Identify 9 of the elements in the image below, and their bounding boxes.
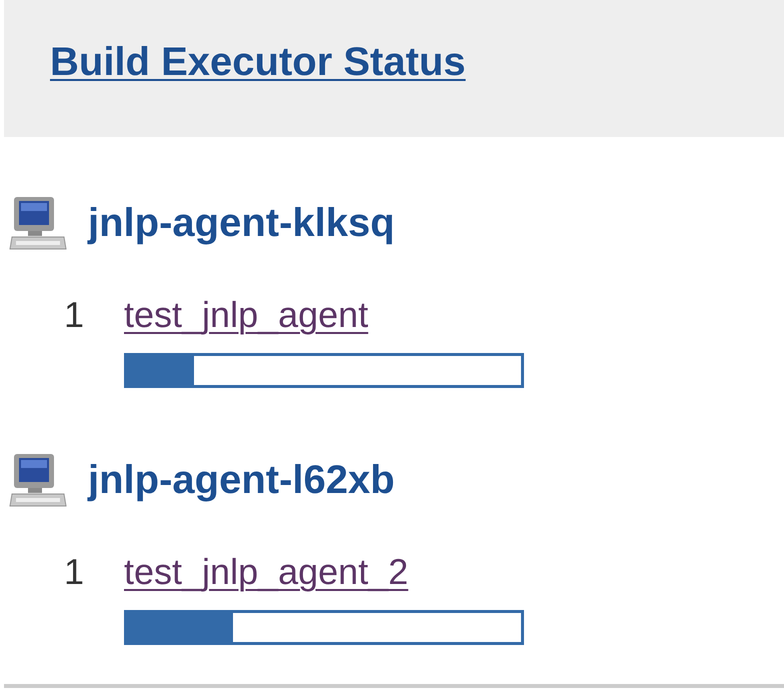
agent-link[interactable]: jnlp-agent-klksq — [88, 200, 395, 246]
panel-title-link[interactable]: Build Executor Status — [50, 40, 466, 85]
computer-icon — [8, 452, 68, 508]
job-link[interactable]: test_jnlp_agent_2 — [124, 552, 524, 592]
computer-icon — [8, 195, 68, 251]
executor-number: 1 — [64, 552, 86, 594]
job-link[interactable]: test_jnlp_agent — [124, 295, 524, 335]
agent-link[interactable]: jnlp-agent-l62xb — [88, 458, 395, 502]
executor-number: 1 — [64, 295, 86, 337]
